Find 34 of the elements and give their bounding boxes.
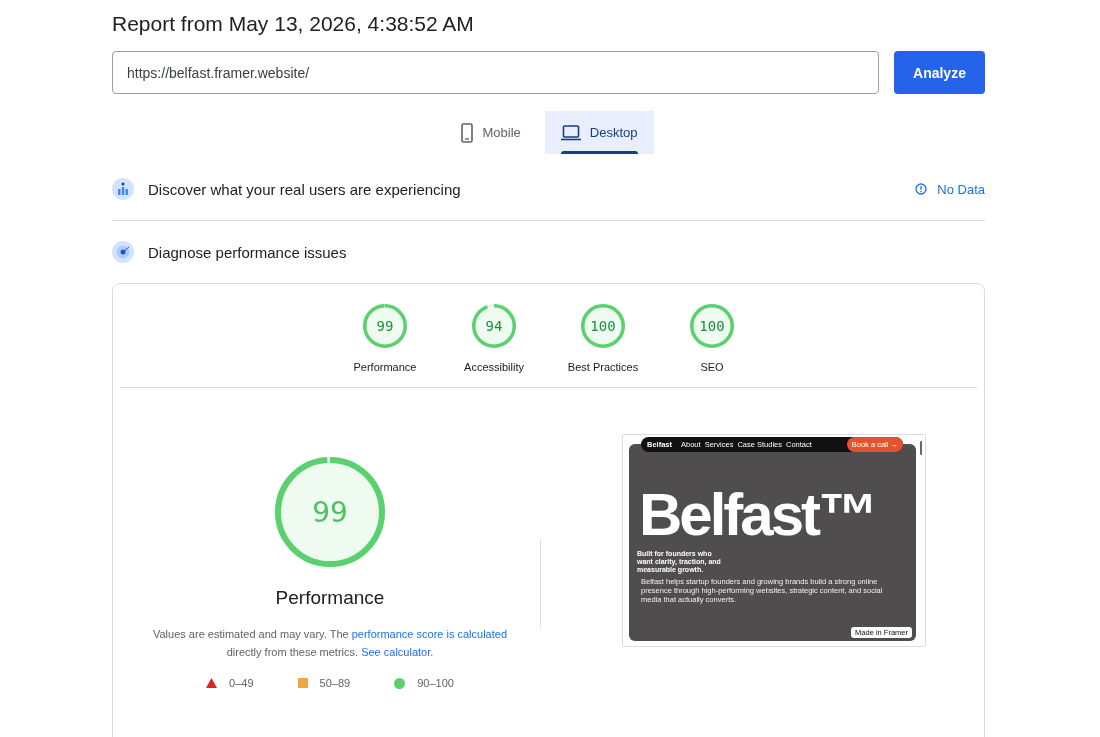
device-tab[interactable]: Mobile: [443, 111, 537, 154]
note-link[interactable]: See calculator.: [361, 646, 434, 658]
device-tab[interactable]: Desktop: [544, 111, 654, 154]
score-gauge: 99: [275, 457, 385, 567]
legend-label: 50–89: [319, 677, 351, 689]
url-field[interactable]: https://belfast.framer.website/: [112, 51, 879, 94]
circle-icon: [394, 677, 406, 689]
phone-icon: [459, 122, 474, 143]
score-gauge: 100: [581, 304, 625, 348]
section-title: Discover what your real users are experiencing: [148, 180, 462, 198]
category-label: SEO: [700, 361, 724, 373]
category-label: Best Practices: [567, 361, 639, 373]
report-title: Report from May 13, 2026, 4:38:52 AM: [112, 12, 475, 36]
score-title: Performance: [275, 587, 385, 609]
category-label: Performance: [353, 361, 417, 373]
analyze-button[interactable]: Analyze: [894, 51, 985, 94]
score-gauge: 100: [690, 304, 734, 348]
legend-label: 0–49: [229, 677, 254, 689]
section-title: Diagnose performance issues: [148, 243, 348, 261]
radar-icon: [112, 241, 134, 263]
legend-label: 90–100: [417, 677, 454, 689]
note-link[interactable]: performance score is calculated: [351, 628, 507, 640]
category-label: Accessibility: [464, 361, 524, 373]
scrollbar: [920, 440, 922, 455]
hero-headline: Belfast™: [639, 487, 877, 542]
status-text: No Data: [937, 181, 985, 197]
score-gauge: 94: [472, 304, 516, 348]
laptop-icon: [560, 124, 581, 141]
users-chart-icon: [112, 178, 134, 200]
triangle-icon: [206, 678, 218, 688]
info-icon: [915, 183, 928, 195]
score-note: Values are estimated and may vary. The performance score is calculated directly from these metrics. See calculator.: [152, 627, 508, 660]
square-icon: [297, 678, 308, 688]
score-gauge: 99: [363, 304, 407, 348]
